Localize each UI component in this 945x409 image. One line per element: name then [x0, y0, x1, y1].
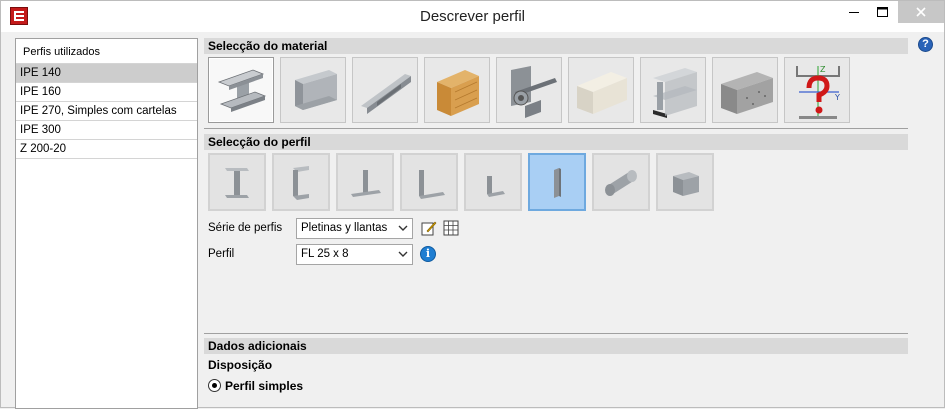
maximize-button[interactable] — [867, 1, 897, 23]
profile-button-flat-bar[interactable] — [528, 153, 586, 211]
material-button-cold-formed-steel[interactable] — [280, 57, 346, 123]
bolted-connection-icon — [511, 66, 557, 118]
list-item[interactable]: IPE 160 — [16, 83, 197, 102]
simple-profile-radio[interactable] — [208, 379, 221, 392]
material-button-user-defined[interactable]: Z Y — [784, 57, 850, 123]
close-button[interactable] — [898, 1, 944, 23]
material-section-header: Selecção do material — [204, 38, 908, 54]
profile-button-square-bar[interactable] — [656, 153, 714, 211]
wood-beam-icon — [437, 70, 479, 116]
series-label: Série de perfis — [208, 222, 283, 234]
steel-i-beam-icon — [217, 69, 267, 112]
describe-profile-window: Descrever perfil Perfis utilizados IPE 1… — [0, 0, 945, 409]
used-profiles-header: Perfis utilizados — [16, 39, 197, 64]
chevron-down-icon — [398, 225, 408, 231]
series-select[interactable]: Pletinas y llantas — [296, 218, 413, 239]
profile-value: FL 25 x 8 — [301, 248, 349, 260]
table-icon[interactable] — [443, 220, 459, 236]
used-profiles-panel: Perfis utilizados IPE 140 IPE 160 IPE 27… — [15, 38, 198, 409]
l-section-icon — [419, 170, 445, 199]
svg-text:Y: Y — [834, 93, 840, 102]
material-button-generic[interactable] — [568, 57, 634, 123]
profile-button-round-bar[interactable] — [592, 153, 650, 211]
profile-button-t-section[interactable] — [336, 153, 394, 211]
series-value: Pletinas y llantas — [301, 222, 388, 234]
profile-label: Perfil — [208, 248, 235, 260]
profile-button-small-l-section[interactable] — [464, 153, 522, 211]
window-title: Descrever perfil — [419, 8, 526, 25]
profile-button-l-section[interactable] — [400, 153, 458, 211]
material-button-timber[interactable] — [424, 57, 490, 123]
material-button-concrete[interactable] — [712, 57, 778, 123]
maximize-icon — [876, 7, 888, 17]
simple-profile-label: Perfil simples — [225, 379, 304, 393]
profile-button-i-section[interactable] — [208, 153, 266, 211]
cold-formed-c-icon — [295, 70, 337, 110]
title-bar: Descrever perfil — [1, 1, 944, 32]
disposition-label: Disposição — [208, 358, 273, 372]
list-item[interactable]: IPE 300 — [16, 121, 197, 140]
t-section-icon — [351, 170, 381, 197]
minimize-button[interactable] — [839, 1, 869, 23]
small-l-section-icon — [487, 176, 505, 197]
separator — [204, 333, 908, 334]
minimize-icon — [849, 12, 859, 13]
svg-text:Z: Z — [820, 65, 826, 74]
close-icon — [916, 7, 926, 17]
help-icon[interactable]: ? — [918, 37, 933, 52]
separator — [204, 128, 908, 129]
list-item[interactable]: IPE 140 — [16, 64, 197, 83]
flat-bar-icon — [554, 168, 561, 198]
concrete-block-icon — [721, 72, 773, 114]
list-item[interactable]: Z 200-20 — [16, 140, 197, 159]
c-section-icon — [293, 166, 309, 200]
material-button-light-steel[interactable] — [352, 57, 418, 123]
profile-section-header: Selecção do perfil — [204, 134, 908, 150]
profile-select[interactable]: FL 25 x 8 — [296, 244, 413, 265]
aluminium-profile-icon — [653, 68, 697, 118]
material-button-rolled-steel[interactable] — [208, 57, 274, 123]
list-item[interactable]: IPE 270, Simples com cartelas — [16, 102, 197, 121]
additional-data-header: Dados adicionais — [204, 338, 908, 354]
generic-box-icon — [577, 72, 627, 114]
round-bar-icon — [605, 170, 637, 196]
material-button-aluminium[interactable] — [640, 57, 706, 123]
user-section-axes-icon: Z Y — [796, 65, 840, 119]
i-section-icon — [225, 168, 249, 198]
chevron-down-icon — [398, 251, 408, 257]
edit-icon[interactable] — [421, 220, 437, 236]
info-icon[interactable]: i — [420, 246, 436, 262]
profile-button-c-section[interactable] — [272, 153, 330, 211]
square-bar-icon — [673, 172, 699, 196]
light-steel-rail-icon — [361, 74, 411, 114]
material-button-connection[interactable] — [496, 57, 562, 123]
